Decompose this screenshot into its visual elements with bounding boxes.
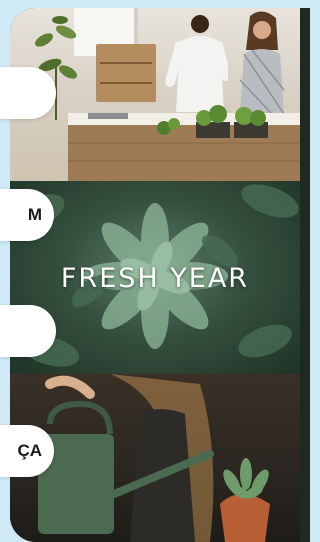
side-tab-button-2[interactable]: M [0, 189, 54, 241]
fresh-year-title: FRESH YEAR [60, 263, 250, 294]
side-tab-button-1[interactable] [0, 67, 56, 119]
watering-photo [10, 374, 300, 542]
watering-can-icon [38, 374, 270, 542]
herb-pots [157, 105, 268, 138]
side-tab-button-4[interactable]: ÇA [0, 425, 54, 477]
side-tab-button-3[interactable] [0, 305, 56, 357]
